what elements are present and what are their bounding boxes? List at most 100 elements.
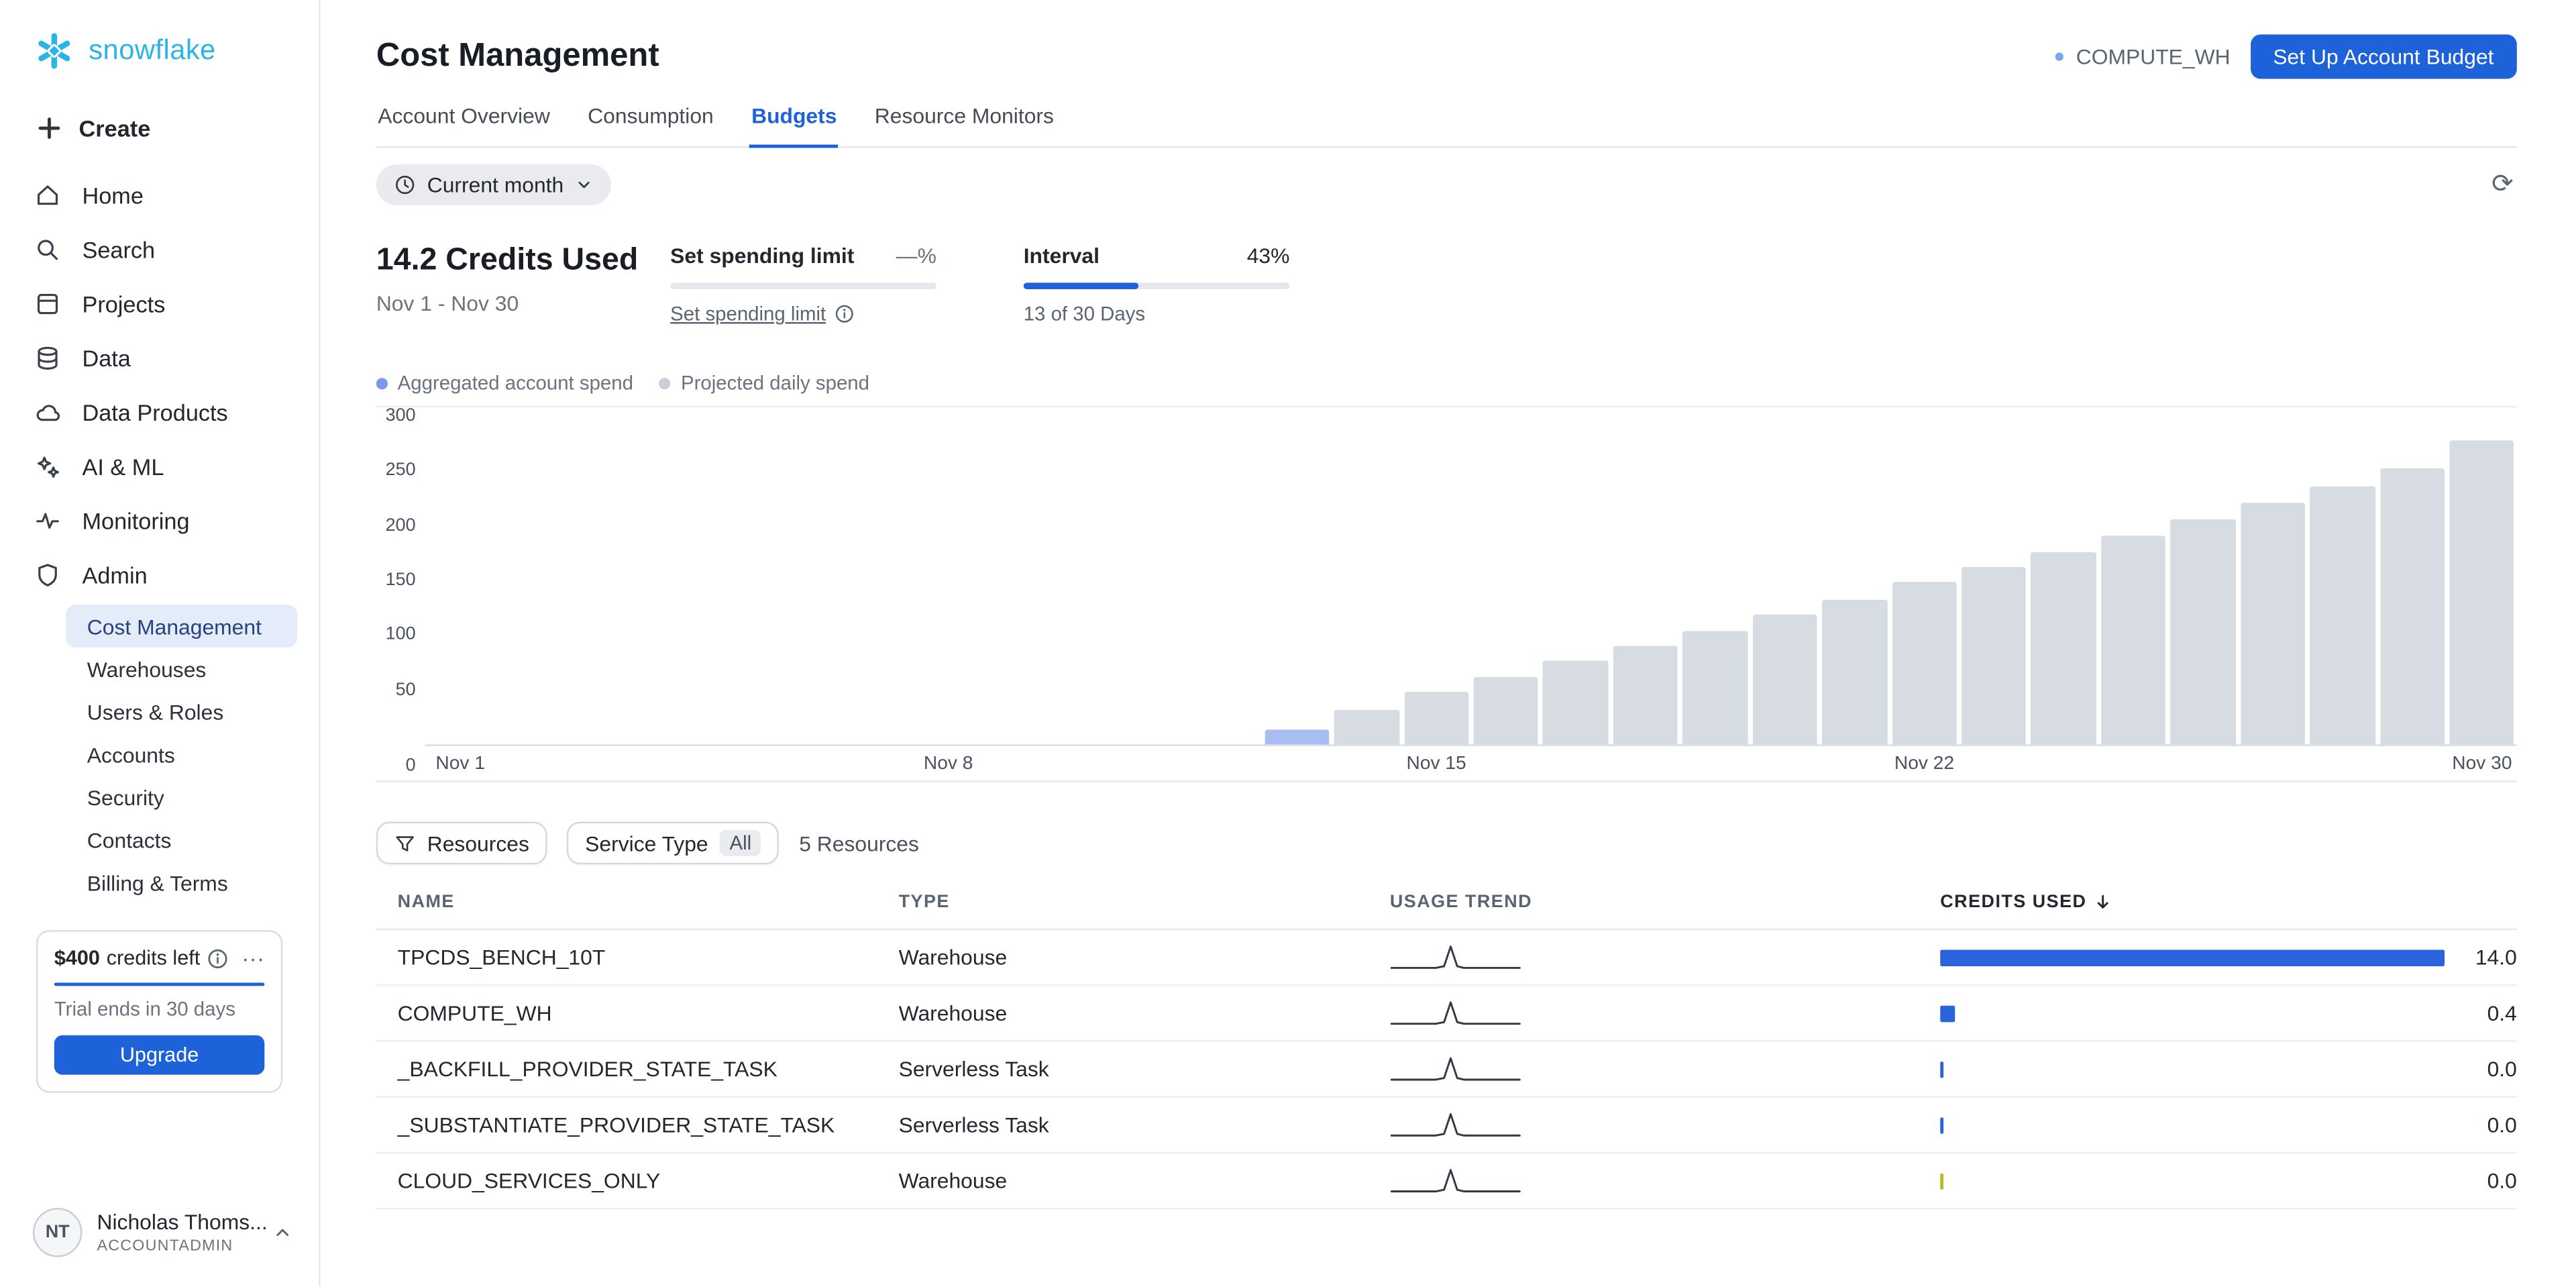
chart-bar-projected-daily-spend[interactable] [2380, 468, 2445, 744]
sidebar-subitem-users-roles[interactable]: Users & Roles [66, 690, 297, 733]
resource-type: Serverless Task [899, 1113, 1390, 1137]
page-title: Cost Management [376, 38, 659, 75]
resources-table-header: NAME TYPE USAGE TREND CREDITS USED [376, 892, 2517, 930]
chart-bar-projected-daily-spend[interactable] [1682, 631, 1748, 745]
legend-label: Aggregated account spend [398, 371, 633, 394]
tab-consumption[interactable]: Consumption [586, 103, 716, 146]
sidebar-subitem-security[interactable]: Security [66, 776, 297, 819]
chart-bar-projected-daily-spend[interactable] [1962, 567, 2027, 744]
projects-icon [33, 289, 62, 318]
chart-bar-projected-daily-spend[interactable] [2031, 552, 2096, 744]
tab-resource-monitors[interactable]: Resource Monitors [873, 103, 1055, 146]
set-spending-limit-link[interactable]: Set spending limit [670, 303, 826, 325]
legend-item-projected-daily-spend: Projected daily spend [659, 371, 869, 394]
sidebar-item-label: Data Products [82, 399, 227, 425]
user-menu[interactable]: NT Nicholas Thoms... ACCOUNTADMIN [0, 1188, 319, 1287]
chart-bar-projected-daily-spend[interactable] [1752, 615, 1817, 745]
sidebar-item-data-products[interactable]: Data Products [0, 384, 319, 439]
period-filter[interactable]: Current month [376, 164, 611, 205]
sidebar-item-projects[interactable]: Projects [0, 276, 319, 330]
credits-bar [1940, 949, 2445, 965]
credits-used-cell: 0.4 [1940, 1000, 2517, 1025]
sidebar-item-home[interactable]: Home [0, 168, 319, 222]
interval-label: Interval [1024, 243, 1099, 268]
column-header-credits-used[interactable]: CREDITS USED [1940, 892, 2517, 912]
service-type-value-badge: All [720, 830, 761, 856]
table-row[interactable]: CLOUD_SERVICES_ONLYWarehouse0.0 [376, 1153, 2517, 1209]
table-row[interactable]: COMPUTE_WHWarehouse0.4 [376, 986, 2517, 1041]
resources-table-body: TPCDS_BENCH_10TWarehouse14.0COMPUTE_WHWa… [376, 930, 2517, 1209]
ellipsis-menu-icon[interactable]: ··· [241, 947, 264, 970]
sidebar-item-label: AI & ML [82, 453, 164, 479]
usage-trend-sparkline [1390, 1109, 1940, 1141]
legend-dot [659, 377, 671, 389]
snowflake-logo[interactable]: snowflake [0, 0, 319, 95]
y-axis-tick: 300 [373, 406, 416, 425]
x-axis-tick: Nov 15 [1406, 754, 1466, 774]
chart-bar-aggregated-account-spend[interactable] [1265, 729, 1330, 745]
chart-bar-projected-daily-spend[interactable] [1822, 600, 1887, 745]
service-type-filter-chip[interactable]: Service Type All [567, 821, 780, 864]
credits-used-cell: 0.0 [1940, 1168, 2517, 1193]
sidebar-subitem-cost-management[interactable]: Cost Management [66, 605, 297, 648]
upgrade-button[interactable]: Upgrade [54, 1035, 264, 1075]
sidebar-item-monitoring[interactable]: Monitoring [0, 493, 319, 548]
column-header-usage-trend[interactable]: USAGE TREND [1390, 892, 1940, 912]
credits-bar-track [1940, 1005, 2451, 1021]
column-header-type[interactable]: TYPE [899, 892, 1390, 912]
sidebar-item-admin[interactable]: Admin [0, 548, 319, 602]
x-axis-tick: Nov 8 [924, 754, 973, 774]
chart-bar-projected-daily-spend[interactable] [2171, 520, 2236, 745]
create-button[interactable]: Create [0, 95, 319, 168]
sidebar-item-label: Search [82, 236, 155, 262]
info-icon[interactable] [207, 947, 229, 969]
sidebar-subitem-warehouses[interactable]: Warehouses [66, 648, 297, 690]
chart-bar-projected-daily-spend[interactable] [1334, 711, 1399, 745]
usage-trend-sparkline [1390, 1053, 1940, 1086]
table-row[interactable]: _BACKFILL_PROVIDER_STATE_TASKServerless … [376, 1042, 2517, 1098]
credits-used-cell: 14.0 [1940, 945, 2517, 970]
table-row[interactable]: TPCDS_BENCH_10TWarehouse14.0 [376, 930, 2517, 986]
chart-bar-projected-daily-spend[interactable] [2241, 503, 2306, 744]
trial-card: $400credits left ··· Trial ends in 30 da… [36, 930, 282, 1092]
tab-account-overview[interactable]: Account Overview [376, 103, 551, 146]
chart-legend: Aggregated account spend Projected daily … [376, 371, 2517, 405]
usage-trend-sparkline [1390, 1164, 1940, 1197]
refresh-icon[interactable]: ⟳ [2488, 168, 2517, 201]
resource-type: Warehouse [899, 1168, 1390, 1193]
sidebar-item-data[interactable]: Data [0, 330, 319, 384]
resources-count: 5 Resources [799, 831, 919, 856]
chart-bar-projected-daily-spend[interactable] [2310, 486, 2375, 744]
resource-type: Warehouse [899, 1000, 1390, 1025]
sidebar-item-search[interactable]: Search [0, 222, 319, 276]
sort-arrow-down-icon [2093, 892, 2112, 912]
sidebar-subitem-billing-terms[interactable]: Billing & Terms [66, 861, 297, 904]
spending-limit-value: —% [896, 243, 936, 268]
chart-bar-projected-daily-spend[interactable] [1892, 582, 1957, 745]
chart-bar-projected-daily-spend[interactable] [2101, 536, 2166, 744]
credits-used-cell: 0.0 [1940, 1057, 2517, 1082]
setup-account-budget-button[interactable]: Set Up Account Budget [2250, 34, 2517, 79]
date-range: Nov 1 - Nov 30 [376, 291, 670, 315]
chart-bar-projected-daily-spend[interactable] [1474, 676, 1539, 744]
resource-name: TPCDS_BENCH_10T [376, 945, 899, 970]
credits-value: 0.0 [2451, 1113, 2517, 1137]
info-icon[interactable] [834, 304, 853, 323]
chart-bar-projected-daily-spend[interactable] [1404, 692, 1469, 744]
warehouse-context[interactable]: COMPUTE_WH [2055, 44, 2231, 69]
tab-budgets[interactable]: Budgets [750, 103, 839, 146]
sidebar-subitem-accounts[interactable]: Accounts [66, 733, 297, 776]
column-header-name[interactable]: NAME [376, 892, 899, 912]
interval-box: Interval 43% 13 of 30 Days [1024, 243, 1290, 325]
resources-filter-chip[interactable]: Resources [376, 821, 547, 864]
chart-bar-projected-daily-spend[interactable] [1544, 661, 1609, 744]
y-axis-tick: 150 [373, 570, 416, 590]
table-row[interactable]: _SUBSTANTIATE_PROVIDER_STATE_TASKServerl… [376, 1098, 2517, 1153]
sidebar-subitem-contacts[interactable]: Contacts [66, 819, 297, 862]
chart-bar-projected-daily-spend[interactable] [2450, 441, 2515, 744]
chart-bar-projected-daily-spend[interactable] [1613, 646, 1678, 744]
sidebar-item-ai-ml[interactable]: AI & ML [0, 439, 319, 493]
sidebar-item-label: Data [82, 344, 130, 370]
warehouse-name: COMPUTE_WH [2076, 44, 2231, 69]
credits-bar-track [1940, 1172, 2451, 1188]
